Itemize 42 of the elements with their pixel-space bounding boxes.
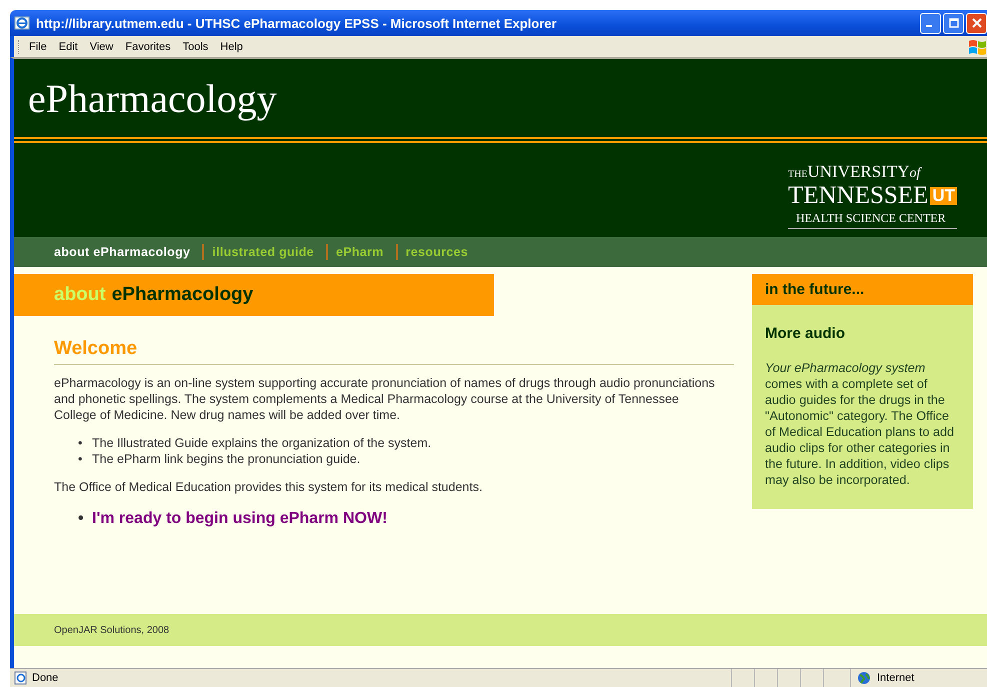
begin-link[interactable]: I'm ready to begin using ePharm NOW! bbox=[92, 510, 388, 527]
logo-mark: UT bbox=[930, 187, 957, 205]
sidebar-heading: in the future... bbox=[752, 274, 973, 305]
logo-text: THE bbox=[788, 169, 808, 180]
menu-item[interactable]: Edit bbox=[58, 40, 78, 52]
list-item: The Illustrated Guide explains the organization of the system. bbox=[92, 436, 432, 450]
maximize-button[interactable] bbox=[943, 12, 964, 34]
menu-item[interactable]: Tools bbox=[182, 40, 208, 52]
logo-text: TENNESSEE bbox=[788, 184, 928, 208]
sidebar-title: More audio bbox=[764, 324, 846, 342]
sidebar-paragraph: Your ePharmacology system comes with a complete set of audio guides for the drugs in the "Autonomic" category. The Office of Medical Education plans to add audio clips for other categories in the future. In addition, video clips may also be incorporated. bbox=[764, 360, 956, 488]
logo-text: UNIVERSITY bbox=[808, 162, 910, 181]
intro-paragraph: ePharmacology is an on-line system supporting accurate pronunciation of names of drugs through audio pronunciations and phonetic spellings. The system complements a Medical Pharmacology course at the University of Tennessee College of Medicine. New drug names will be added over time. bbox=[54, 375, 716, 423]
heading-title: ePharmacology bbox=[112, 284, 254, 306]
menu-item[interactable]: Favorites bbox=[125, 40, 171, 52]
bullet-mark: • bbox=[78, 451, 84, 467]
welcome-heading: Welcome bbox=[54, 338, 734, 365]
windows-flag-icon bbox=[967, 38, 987, 56]
zone-text: Internet bbox=[877, 672, 914, 684]
browser-icon bbox=[14, 15, 30, 31]
minimize-button[interactable] bbox=[920, 12, 941, 34]
maximize-icon bbox=[948, 18, 958, 28]
list-item: The ePharm link begins the pronunciation guide. bbox=[92, 452, 360, 466]
menu-item[interactable]: View bbox=[90, 40, 114, 52]
close-icon bbox=[972, 18, 982, 28]
paragraph: The Office of Medical Education provides this system for its medical students. bbox=[54, 479, 484, 495]
globe-icon bbox=[857, 671, 871, 685]
nav-link[interactable]: about ePharmacology bbox=[54, 245, 190, 259]
footer-text: OpenJAR Solutions, 2008 bbox=[54, 624, 170, 636]
site-title: ePharmacology bbox=[27, 75, 278, 123]
close-button[interactable] bbox=[966, 12, 987, 34]
page-icon bbox=[14, 671, 28, 685]
heading-prefix: about bbox=[54, 284, 106, 306]
minimize-icon bbox=[926, 25, 932, 27]
menu-item[interactable]: File bbox=[29, 40, 47, 52]
logo-text: HEALTH SCIENCE CENTER bbox=[795, 210, 946, 227]
window-title: http://library.utmem.edu - UTHSC ePharmacology EPSS - Microsoft Internet Explorer bbox=[36, 16, 557, 30]
status-text: Done bbox=[32, 672, 58, 684]
bullet-mark: • bbox=[78, 511, 85, 527]
bullet-mark: • bbox=[78, 435, 84, 451]
menu-item[interactable]: Help bbox=[220, 40, 243, 52]
logo-text: of bbox=[910, 166, 920, 181]
